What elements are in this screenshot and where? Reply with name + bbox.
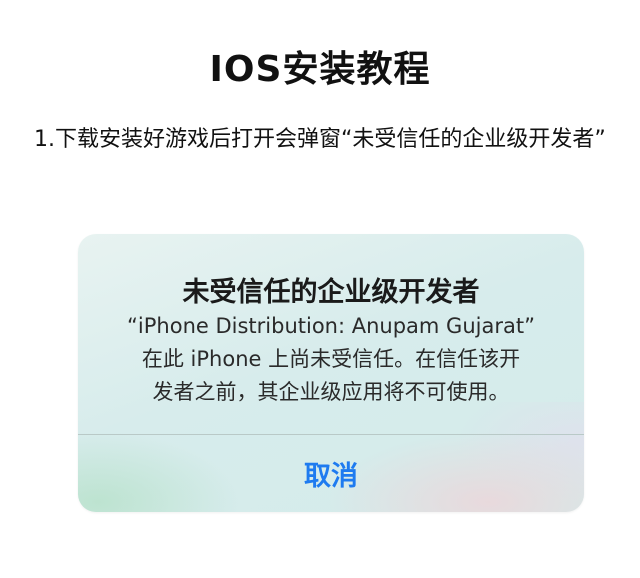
- alert-message-line: 发者之前，其企业级应用将不可使用。: [152, 380, 510, 404]
- alert-message: “iPhone Distribution: Anupam Gujarat” 在此…: [100, 310, 562, 409]
- untrusted-developer-alert: 未受信任的企业级开发者 “iPhone Distribution: Anupam…: [78, 234, 584, 512]
- step-instruction: 1.下载安装好游戏后打开会弹窗“未受信任的企业级开发者”: [34, 127, 606, 152]
- alert-message-line: “iPhone Distribution: Anupam Gujarat”: [127, 314, 535, 338]
- tutorial-page: IOS安装教程 1.下载安装好游戏后打开会弹窗“未受信任的企业级开发者” 未受信…: [0, 0, 640, 578]
- page-title: IOS安装教程: [209, 49, 431, 90]
- cancel-button[interactable]: 取消: [78, 435, 584, 512]
- alert-title: 未受信任的企业级开发者: [182, 277, 480, 308]
- alert-message-line: 在此 iPhone 上尚未受信任。在信任该开: [141, 347, 521, 371]
